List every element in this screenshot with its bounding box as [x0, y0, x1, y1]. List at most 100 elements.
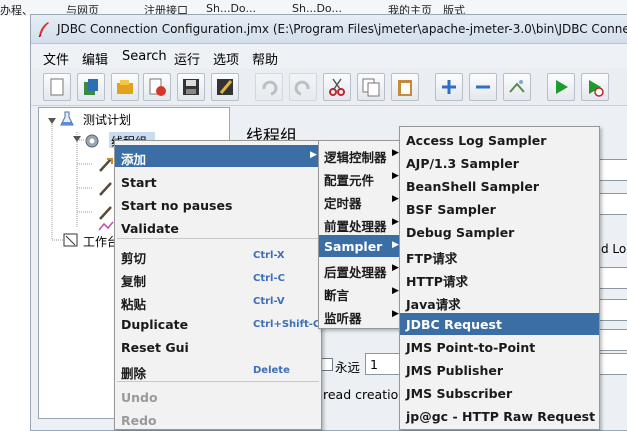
add-submenu-item-label: 定时器: [324, 196, 362, 211]
toggle-icon: [509, 80, 525, 93]
new-button[interactable]: [43, 73, 71, 101]
title-bar[interactable]: JDBC Connection Configuration.jmx (E:\Pr…: [31, 15, 627, 44]
sampler-menu-item[interactable]: BeanShell Sampler: [400, 175, 599, 197]
context-menu-item[interactable]: 复制 Ctrl-C: [115, 267, 321, 289]
context-menu-item[interactable]: 删除 Delete: [115, 359, 321, 381]
add-submenu-item[interactable]: Sampler ▶: [319, 235, 401, 257]
submenu-arrow-icon: ▶: [392, 240, 399, 250]
desktop-text: 办程、: [0, 4, 33, 16]
collapse-all-button[interactable]: [469, 73, 497, 101]
sampler-menu-item-label: HTTP请求: [406, 274, 468, 289]
start-no-pauses-icon: [589, 80, 604, 97]
tree-collapse-toggle[interactable]: [72, 134, 82, 144]
sampler-submenu: Access Log Sampler AJP/1.3 Sampler BeanShe…: [399, 126, 600, 430]
save-button[interactable]: [177, 73, 205, 101]
scheduler-field[interactable]: [599, 329, 627, 351]
sampler-menu-item-label: FTP请求: [406, 251, 458, 266]
add-submenu-item[interactable]: 断言 ▶: [319, 281, 401, 303]
sampler-menu-item[interactable]: HTTP请求: [400, 267, 599, 289]
add-submenu-item[interactable]: 后置处理器 ▶: [319, 258, 401, 280]
add-submenu-item-label: 配置元件: [324, 173, 375, 188]
context-menu-item[interactable]: Validate: [115, 217, 321, 239]
sampler-menu-item[interactable]: Access Log Sampler: [400, 129, 599, 151]
menu-options[interactable]: 选项: [213, 49, 239, 68]
menu-file[interactable]: 文件: [43, 49, 69, 68]
copy-icon: [362, 78, 380, 97]
sampler-menu-item[interactable]: BSF Sampler: [400, 198, 599, 220]
add-submenu-item[interactable]: 监听器 ▶: [319, 304, 401, 326]
sampler-menu-item-label: BeanShell Sampler: [406, 179, 539, 194]
context-menu-item-label: 粘贴: [121, 297, 147, 312]
save-screenshot-icon: [217, 79, 233, 95]
tree-item-test-plan[interactable]: 测试计划: [83, 111, 131, 128]
redo-icon: [294, 80, 310, 96]
add-submenu-item[interactable]: 配置元件 ▶: [319, 166, 401, 188]
menu-edit[interactable]: 编辑: [82, 49, 108, 68]
context-menu-item[interactable]: 添加 ▶: [115, 145, 321, 167]
tree-collapse-toggle[interactable]: [47, 116, 57, 126]
sampler-menu-item[interactable]: AJP/1.3 Sampler: [400, 152, 599, 174]
submenu-arrow-icon: ▶: [392, 217, 399, 227]
templates-button[interactable]: [77, 73, 105, 101]
loop-field-right[interactable]: [599, 299, 627, 321]
threads-field[interactable]: [599, 193, 627, 215]
add-submenu-item[interactable]: 逻辑控制器 ▶: [319, 143, 401, 165]
sampler-menu-item[interactable]: JMS Publisher: [400, 359, 599, 381]
menu-help[interactable]: 帮助: [252, 49, 278, 68]
add-submenu-item-label: 断言: [324, 288, 350, 303]
context-menu-item[interactable]: 剪切 Ctrl-X: [115, 244, 321, 266]
menu-separator: [117, 381, 319, 382]
context-menu-item[interactable]: 粘贴 Ctrl-V: [115, 290, 321, 312]
action-field[interactable]: [599, 159, 627, 181]
shortcut-label: Ctrl-C: [253, 273, 285, 284]
sampler-menu-item[interactable]: JMS Point-to-Point: [400, 336, 599, 358]
sampler-menu-item-label: JMS Publisher: [406, 363, 504, 378]
start-button[interactable]: [547, 73, 575, 101]
save-icon: [183, 79, 199, 95]
menu-run[interactable]: 运行: [174, 49, 200, 68]
start-no-pauses-button[interactable]: [581, 73, 609, 101]
copy-button[interactable]: [357, 73, 385, 101]
forever-label: 永远: [335, 360, 361, 375]
sampler-menu-item-label: AJP/1.3 Sampler: [406, 156, 519, 171]
templates-icon: [84, 79, 98, 95]
sampler-menu-item[interactable]: FTP请求: [400, 244, 599, 266]
context-menu-item[interactable]: Reset Gui: [115, 336, 321, 358]
close-button[interactable]: [143, 73, 171, 101]
submenu-arrow-icon: ▶: [310, 150, 317, 160]
expand-icon: [442, 80, 456, 94]
context-menu-item-label: 剪切: [121, 251, 147, 266]
sampler-menu-item[interactable]: jp@gc - HTTP Raw Request: [400, 405, 599, 427]
context-menu-item[interactable]: Start: [115, 171, 321, 193]
context-menu-item-label: Redo: [121, 413, 157, 428]
sampler-menu-item[interactable]: JMS Subscriber: [400, 382, 599, 404]
open-button[interactable]: [111, 73, 139, 101]
save-screenshot-button[interactable]: [211, 73, 239, 101]
toggle-button[interactable]: [503, 73, 531, 101]
sampler-menu-item[interactable]: Debug Sampler: [400, 221, 599, 243]
context-menu-item: Redo: [115, 409, 321, 431]
menu-search[interactable]: Search: [122, 49, 167, 64]
context-menu-item[interactable]: Duplicate Ctrl+Shift-C: [115, 313, 321, 335]
ramp-up-field[interactable]: [599, 267, 627, 289]
undo-icon: [262, 80, 278, 96]
sampler-menu-item[interactable]: JDBC Request: [400, 313, 599, 335]
cut-button[interactable]: [323, 73, 351, 101]
undo-button[interactable]: [255, 73, 283, 101]
context-menu-item[interactable]: Start no pauses: [115, 194, 321, 216]
sampler-menu-item-label: JDBC Request: [406, 317, 502, 332]
new-icon: [50, 78, 64, 96]
paste-button[interactable]: [391, 73, 419, 101]
context-menu-item: Undo: [115, 386, 321, 408]
context-menu-item-label: 复制: [121, 274, 147, 289]
sampler-menu-item-label: jp@gc - HTTP Raw Request: [406, 409, 596, 424]
add-submenu-item-label: 前置处理器: [324, 219, 387, 234]
sampler-menu-item-label: Debug Sampler: [406, 225, 515, 240]
sampler-menu-item[interactable]: Java请求: [400, 290, 599, 312]
add-submenu: 逻辑控制器 ▶ 配置元件 ▶ 定时器 ▶ 前置处理器 ▶ Sampler ▶ 后置处理器 ▶ 断言 ▶ 监听…: [318, 140, 402, 329]
jmeter-feather-icon: [38, 22, 49, 37]
expand-all-button[interactable]: [435, 73, 463, 101]
redo-button[interactable]: [289, 73, 317, 101]
add-submenu-item[interactable]: 前置处理器 ▶: [319, 212, 401, 234]
add-submenu-item[interactable]: 定时器 ▶: [319, 189, 401, 211]
